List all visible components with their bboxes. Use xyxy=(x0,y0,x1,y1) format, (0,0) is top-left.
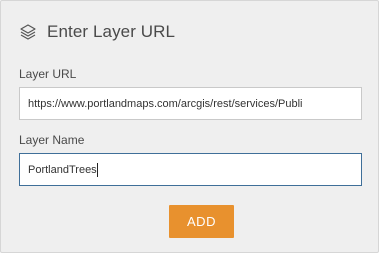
layers-icon xyxy=(19,23,37,41)
layer-name-value: PortlandTrees xyxy=(28,163,97,176)
panel-title: Enter Layer URL xyxy=(47,22,176,41)
layer-name-label: Layer Name xyxy=(19,133,85,147)
layer-name-input[interactable]: PortlandTrees xyxy=(19,153,362,186)
enter-layer-url-panel: Enter Layer URL Layer URL https://www.po… xyxy=(0,0,379,253)
layer-url-input[interactable]: https://www.portlandmaps.com/arcgis/rest… xyxy=(19,87,362,120)
add-button[interactable]: ADD xyxy=(169,205,234,238)
panel-header: Enter Layer URL xyxy=(19,19,175,45)
layer-url-label: Layer URL xyxy=(19,67,77,81)
layer-url-value: https://www.portlandmaps.com/arcgis/rest… xyxy=(28,97,303,110)
text-caret xyxy=(96,162,98,177)
